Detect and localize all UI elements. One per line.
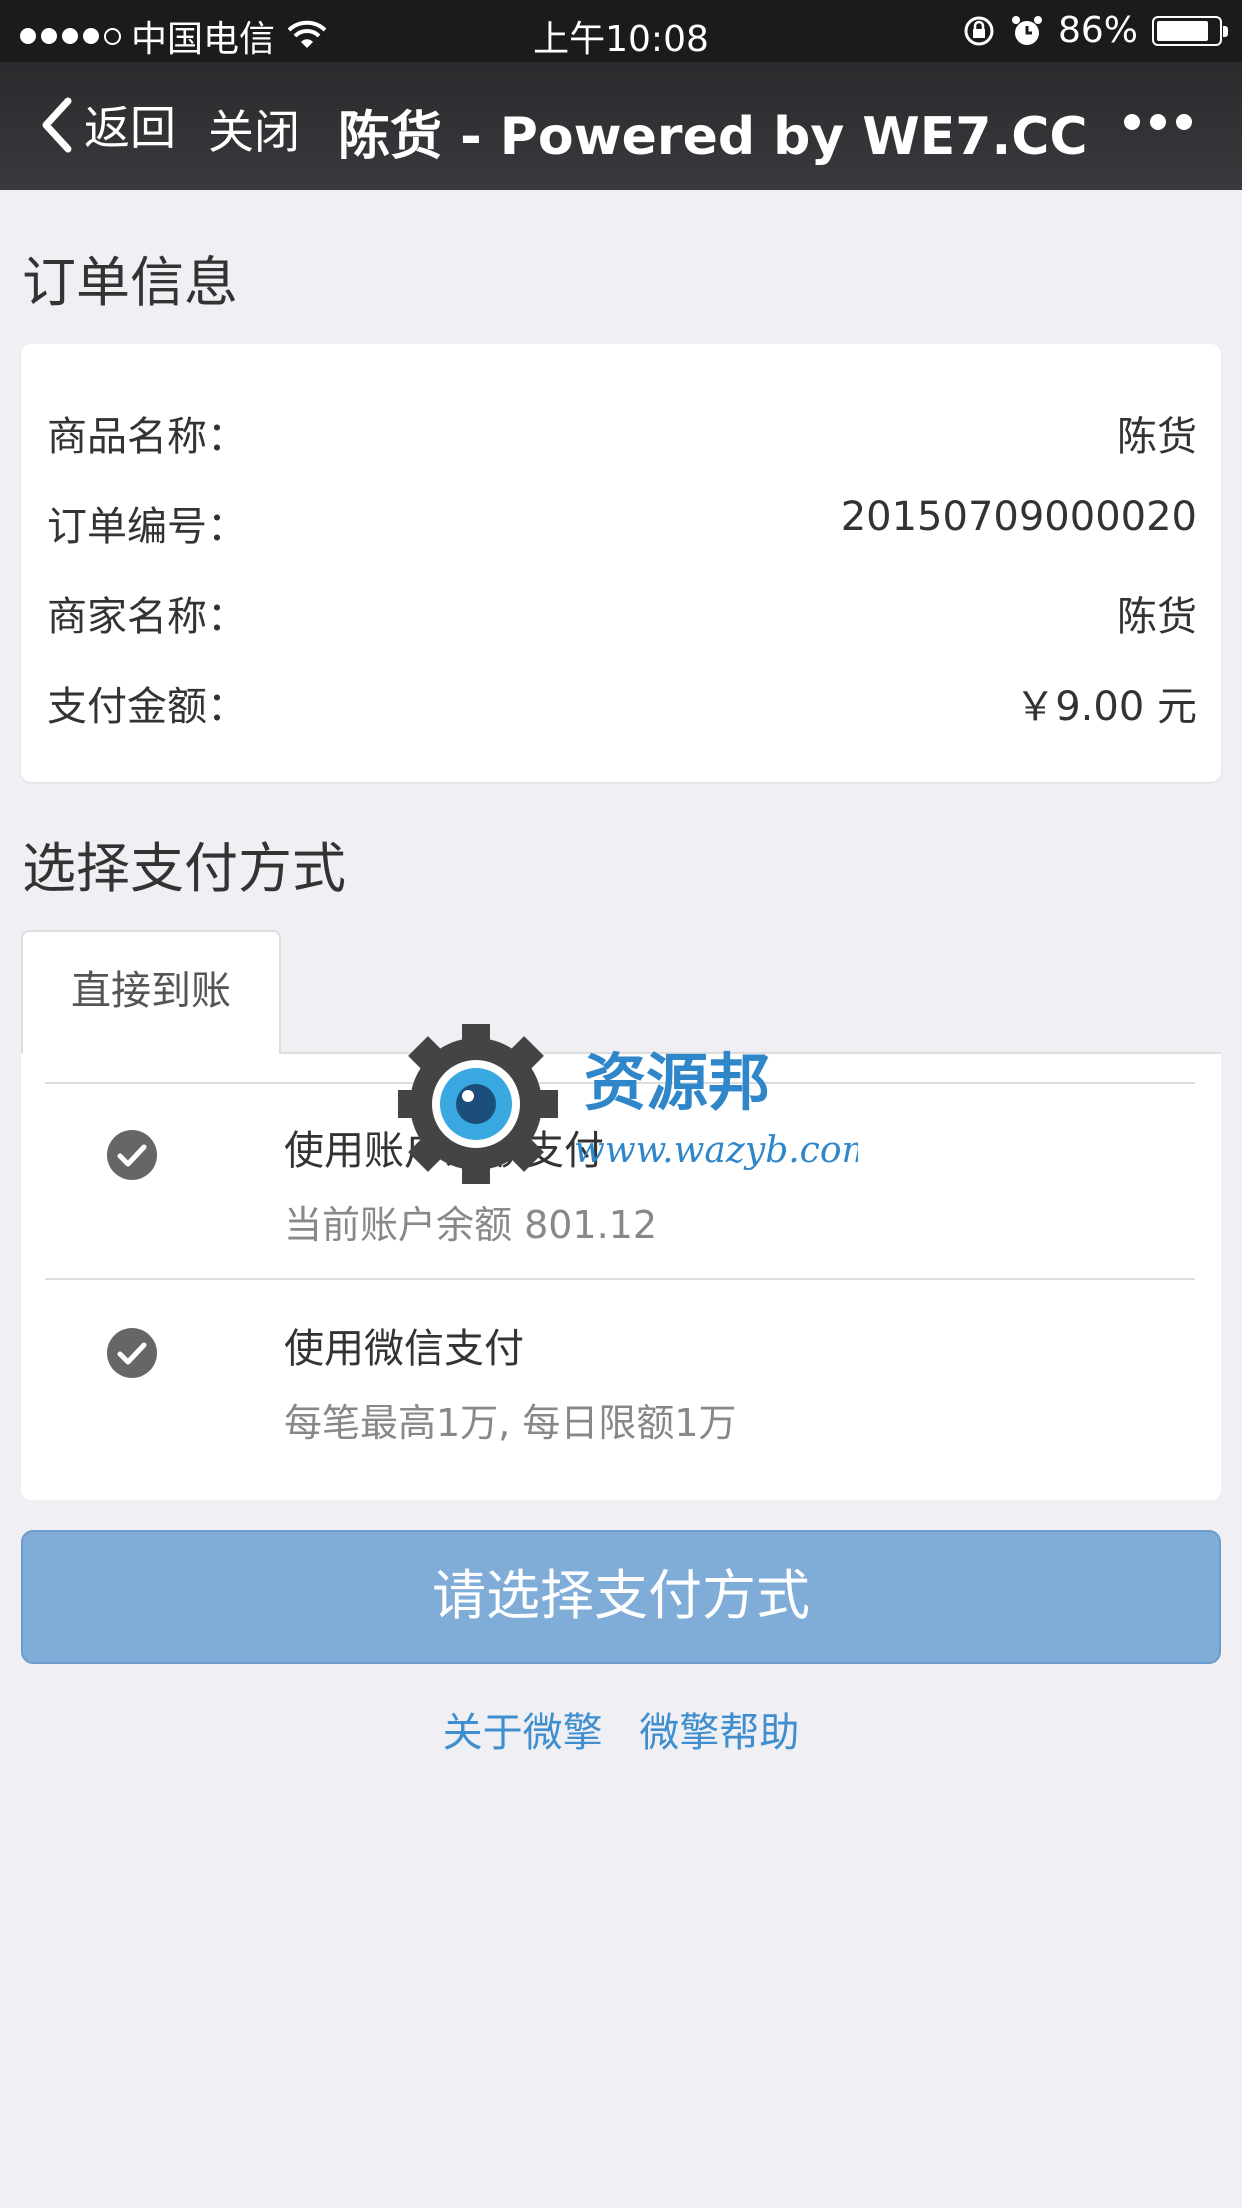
order-row-number: 订单编号： 20150709000020 [47, 494, 1197, 554]
page-title: 陈货 - Powered by WE7.CC [338, 107, 1088, 167]
more-dots-icon [1124, 114, 1140, 130]
order-row-value: 陈货 [1117, 414, 1197, 460]
order-row-value: ￥9.00 元 [1015, 684, 1197, 730]
order-row-value: 20150709000020 [840, 494, 1197, 540]
more-menu-button[interactable] [1124, 114, 1192, 130]
watermark-url: www.wazyb.com [574, 1130, 858, 1171]
order-section-title: 订单信息 [22, 251, 238, 314]
back-button[interactable]: 返回 [36, 92, 176, 158]
payment-method-subtitle: 当前账户余额 801.12 [284, 1203, 658, 1247]
order-row-merchant: 商家名称： 陈货 [47, 584, 1197, 644]
back-label: 返回 [84, 101, 176, 155]
watermark-logo: 资源邦 www.wazyb.com [398, 1024, 858, 1184]
battery-icon [1152, 15, 1228, 46]
order-row-label: 商品名称： [47, 414, 247, 460]
status-right: 86% [962, 10, 1228, 51]
payment-method-subtitle: 每笔最高1万, 每日限额1万 [284, 1401, 737, 1445]
footer-link-help[interactable]: 微擎帮助 [639, 1710, 799, 1756]
watermark-name: 资源邦 [584, 1046, 770, 1119]
submit-payment-button[interactable]: 请选择支付方式 [21, 1530, 1221, 1664]
close-button[interactable]: 关闭 [208, 96, 300, 162]
order-row-label: 支付金额： [47, 684, 247, 730]
check-circle-icon [107, 1328, 157, 1378]
tab-direct-pay[interactable]: 直接到账 [21, 930, 281, 1054]
chevron-left-icon [42, 97, 72, 153]
payment-method-title: 使用微信支付 [284, 1326, 524, 1372]
status-bar: 中国电信 上午10:08 86% [0, 0, 1242, 62]
divider [45, 1278, 1195, 1280]
order-row-amount: 支付金额： ￥9.00 元 [47, 674, 1197, 734]
battery-percent: 86% [1057, 10, 1138, 51]
footer-link-about[interactable]: 关于微擎 [443, 1710, 603, 1756]
check-circle-icon [107, 1130, 157, 1180]
nav-bar: 返回 关闭 陈货 - Powered by WE7.CC [0, 62, 1242, 190]
order-row-product: 商品名称： 陈货 [47, 404, 1197, 464]
footer-links: 关于微擎 微擎帮助 [0, 1700, 1242, 1758]
alarm-icon [1011, 15, 1042, 45]
rotation-lock-icon [964, 16, 994, 45]
payment-section-title: 选择支付方式 [22, 837, 346, 900]
order-row-label: 订单编号： [47, 504, 247, 550]
order-row-label: 商家名称： [47, 594, 247, 640]
order-info-card: 商品名称： 陈货 订单编号： 20150709000020 商家名称： 陈货 支… [21, 344, 1221, 782]
order-row-value: 陈货 [1117, 594, 1197, 640]
